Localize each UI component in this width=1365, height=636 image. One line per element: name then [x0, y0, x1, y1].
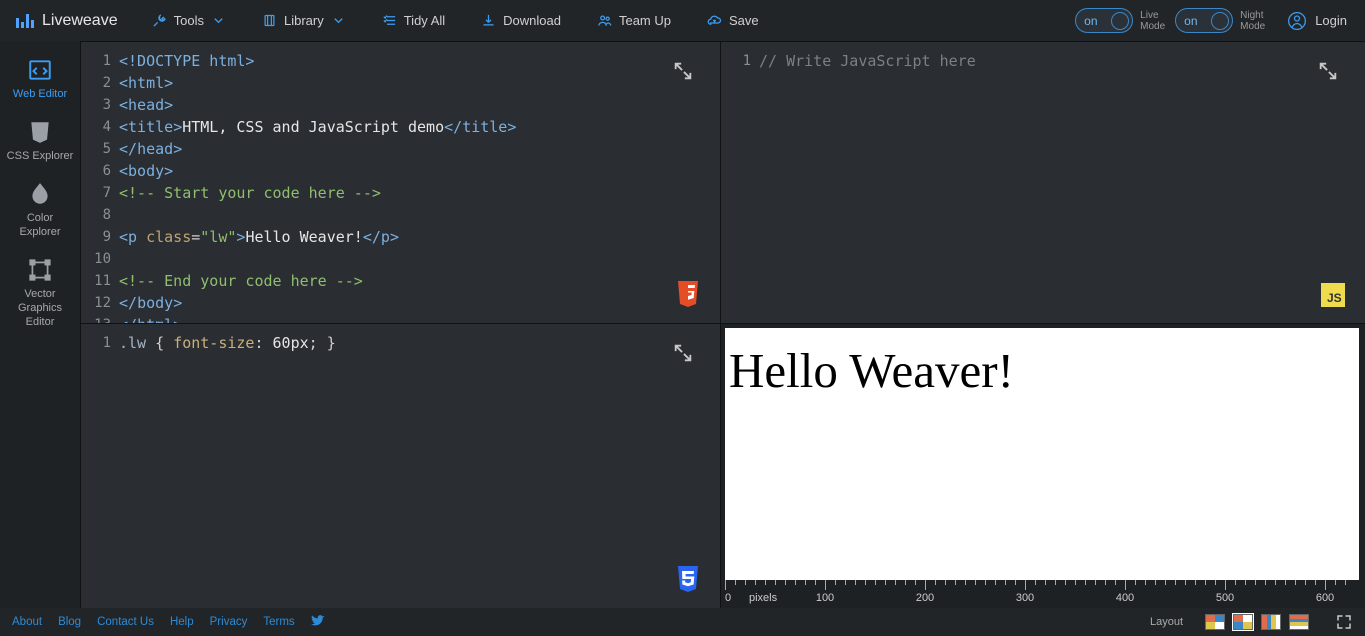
toggle-on-label: on: [1184, 14, 1197, 28]
main-menu: Tools Library Tidy All Download Team Up …: [134, 0, 777, 41]
login-button[interactable]: Login: [1279, 11, 1355, 31]
library-icon: [262, 13, 277, 28]
menu-label: Save: [729, 13, 759, 28]
sidebar-item-label: Web Editor: [13, 88, 67, 100]
html-code[interactable]: <!DOCTYPE html> <html> <head> <title>HTM…: [119, 42, 720, 323]
menu-team[interactable]: Team Up: [579, 0, 689, 41]
layout-option-3[interactable]: [1261, 614, 1281, 630]
logo[interactable]: Liveweave: [0, 0, 134, 41]
ruler-unit: pixels: [749, 592, 777, 604]
css-explorer-icon: [26, 119, 54, 145]
svg-text:JS: JS: [1327, 291, 1342, 305]
js-editor[interactable]: 1 // Write JavaScript here JS: [720, 41, 1365, 323]
toggle-label-line1: Live: [1140, 10, 1165, 21]
menu-save[interactable]: Save: [689, 0, 777, 41]
menu-label: Download: [503, 13, 561, 28]
preview-canvas: Hello Weaver!: [725, 328, 1359, 580]
toggle-label-line2: Mode: [1240, 21, 1265, 32]
bottom-bar: About Blog Contact Us Help Privacy Terms…: [0, 608, 1365, 636]
preview-text: Hello Weaver!: [725, 328, 1359, 399]
layout-option-1[interactable]: [1205, 614, 1225, 630]
sidebar-item-label: Vector Graphics Editor: [18, 288, 62, 328]
preview-pane: Hello Weaver! pixels 0100200300400500600: [720, 323, 1365, 608]
layout-label: Layout: [1150, 616, 1183, 628]
menu-label: Tidy All: [404, 13, 445, 28]
sidebar-item-vector-editor[interactable]: Vector Graphics Editor: [4, 247, 76, 337]
menu-label: Team Up: [619, 13, 671, 28]
footer-privacy[interactable]: Privacy: [210, 616, 248, 628]
sidebar-item-css-explorer[interactable]: CSS Explorer: [4, 109, 76, 171]
css-editor[interactable]: 1 .lw { font-size: 60px; }: [80, 323, 720, 608]
css-code[interactable]: .lw { font-size: 60px; }: [119, 324, 720, 608]
html5-badge-icon: [676, 281, 700, 309]
sidebar-item-web-editor[interactable]: Web Editor: [4, 47, 76, 109]
tidy-icon: [382, 13, 397, 28]
footer-blog[interactable]: Blog: [58, 616, 81, 628]
toggle-knob: [1211, 12, 1229, 30]
twitter-icon: [311, 614, 325, 628]
chevron-down-icon: [211, 13, 226, 28]
menu-library[interactable]: Library: [244, 0, 364, 41]
html-editor[interactable]: 12345678910111213 <!DOCTYPE html> <html>…: [80, 41, 720, 323]
chevron-down-icon: [331, 13, 346, 28]
team-icon: [597, 13, 612, 28]
color-explorer-icon: [26, 181, 54, 207]
sidebar-item-label: Color Explorer: [20, 212, 61, 238]
footer-twitter[interactable]: [311, 614, 325, 631]
user-icon: [1287, 11, 1307, 31]
toggle-group: on LiveMode on NightMode: [1075, 8, 1265, 33]
menu-tidy[interactable]: Tidy All: [364, 0, 463, 41]
expand-icon[interactable]: [1317, 60, 1339, 82]
logo-icon: [16, 14, 34, 28]
footer-help[interactable]: Help: [170, 616, 194, 628]
layout-icons: [1205, 614, 1309, 630]
js-badge-icon: JS: [1321, 281, 1345, 309]
sidebar: Web Editor CSS Explorer Color Explorer V…: [0, 41, 80, 608]
gutter: 1: [81, 324, 117, 608]
toggle-label-line1: Night: [1240, 10, 1265, 21]
menu-tools[interactable]: Tools: [134, 0, 244, 41]
app-name: Liveweave: [42, 12, 118, 30]
layout-option-4[interactable]: [1289, 614, 1309, 630]
footer-about[interactable]: About: [12, 616, 42, 628]
gutter: 12345678910111213: [81, 42, 117, 323]
live-mode-toggle[interactable]: on LiveMode: [1075, 8, 1165, 33]
layout-option-2[interactable]: [1233, 614, 1253, 630]
login-label: Login: [1315, 13, 1347, 28]
css3-badge-icon: [676, 566, 700, 594]
web-editor-icon: [26, 57, 54, 83]
js-code[interactable]: // Write JavaScript here: [759, 42, 1365, 323]
top-bar: Liveweave Tools Library Tidy All Downloa…: [0, 0, 1365, 41]
footer-terms[interactable]: Terms: [263, 616, 294, 628]
download-icon: [481, 13, 496, 28]
sidebar-item-color-explorer[interactable]: Color Explorer: [4, 171, 76, 247]
footer-contact[interactable]: Contact Us: [97, 616, 154, 628]
menu-label: Tools: [174, 13, 204, 28]
expand-icon[interactable]: [672, 342, 694, 364]
toggle-label-line2: Mode: [1140, 21, 1165, 32]
ruler: pixels 0100200300400500600: [725, 580, 1359, 608]
toggle-knob: [1111, 12, 1129, 30]
vector-editor-icon: [26, 257, 54, 283]
expand-icon[interactable]: [672, 60, 694, 82]
tools-icon: [152, 13, 167, 28]
night-mode-toggle[interactable]: on NightMode: [1175, 8, 1265, 33]
gutter: 1: [721, 42, 757, 323]
cloud-save-icon: [707, 13, 722, 28]
toggle-on-label: on: [1084, 14, 1097, 28]
menu-label: Library: [284, 13, 324, 28]
menu-download[interactable]: Download: [463, 0, 579, 41]
sidebar-item-label: CSS Explorer: [7, 150, 74, 162]
fullscreen-icon[interactable]: [1335, 613, 1353, 631]
